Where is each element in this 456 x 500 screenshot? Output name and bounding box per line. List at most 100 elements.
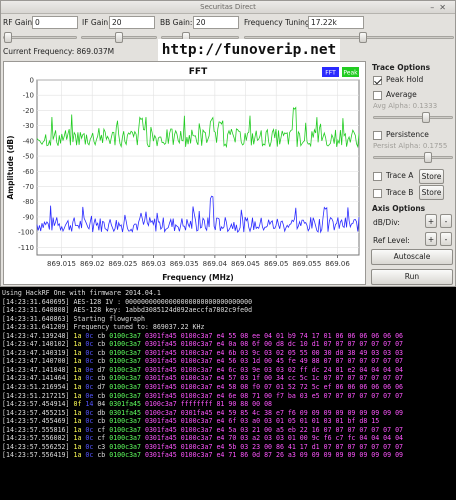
avg-alpha-handle[interactable]	[422, 112, 430, 123]
gain-row: RF Gain: 0 IF Gain: 20 BB Gain: 20 Frequ…	[1, 15, 456, 30]
y-tick-label: -30	[23, 122, 34, 130]
x-tick-label: 869.045	[231, 260, 260, 268]
bb-gain-label: BB Gain:	[160, 18, 193, 27]
terminal-segment: e4 5b 03 23 00 86 41 17 d1 07 07 07 07 0…	[216, 442, 404, 451]
terminal-segment: 0c	[85, 417, 98, 426]
terminal-line: [14:23:47.140102] 1a 0c cb 0100c3a7 0301…	[2, 340, 454, 349]
terminal-line: [14:23:57.555816] 1a 0c cf 0100c3a7 0301…	[2, 426, 454, 435]
terminal-segment: [14:23:47.140319]	[2, 348, 74, 357]
terminal-segment: 0100c3a7	[180, 357, 217, 366]
if-gain-slider[interactable]	[81, 32, 157, 43]
terminal-segment: 0301fa45	[144, 357, 181, 366]
terminal-segment: 0100c3a7	[109, 348, 145, 357]
average-checkbox[interactable]	[373, 90, 382, 100]
terminal-segment: c3	[97, 442, 110, 451]
terminal-segment: [14:23:31.641209] Frequency tuned to: 86…	[2, 323, 205, 332]
terminal-line: [14:23:31.640695] AES-128 IV : 000000000…	[2, 298, 454, 307]
store-a-button[interactable]: Store	[419, 169, 444, 184]
y-tick-label: -80	[23, 198, 34, 206]
terminal-segment: 0c	[85, 340, 98, 349]
terminal-segment: 0c	[85, 451, 98, 460]
terminal-segment: 0301fa45	[144, 340, 181, 349]
fft-plot: 0 -10 -20 -30 -40 -50 -60 -70 -80 -90 -100 -110 869.…	[3, 61, 366, 285]
rf-gain-handle[interactable]	[4, 32, 12, 43]
terminal-segment: 0c	[85, 348, 98, 357]
terminal-segment: e4 6e 08 71 00 f7 ba 03 e5 07 07 07 07 0…	[216, 391, 404, 400]
terminal-line: [14:23:57.556082] 1a 0c cf 0100c3a7 0301…	[2, 434, 454, 443]
terminal-segment: 1a	[73, 340, 86, 349]
rf-gain-slider[interactable]	[3, 32, 77, 43]
terminal-segment: 0100c3a7	[109, 357, 145, 366]
persistence-checkbox[interactable]	[373, 130, 382, 140]
terminal-segment: cf	[97, 434, 110, 443]
db-div-minus-button[interactable]: -	[440, 214, 452, 228]
terminal-segment: 0301fa45	[144, 425, 181, 434]
terminal-segment: 0100c3a7	[180, 348, 217, 357]
terminal-segment: 0100c3a7	[180, 425, 217, 434]
ref-level-label: Ref Level:	[373, 236, 410, 245]
terminal-segment: 0100c3a7	[109, 383, 145, 392]
peak-hold-checkbox[interactable]	[373, 75, 382, 85]
average-row[interactable]: Average	[373, 90, 417, 100]
if-gain-handle[interactable]	[115, 32, 123, 43]
db-div-plus-button[interactable]: +	[425, 214, 437, 228]
ref-level-minus-button[interactable]: -	[440, 232, 452, 246]
window-controls: –✕	[430, 1, 451, 14]
rf-gain-input[interactable]: 0	[32, 16, 78, 29]
store-b-button[interactable]: Store	[419, 185, 444, 200]
terminal-segment: e4 59 85 4c 38 e7 f6 09 09 09 09 09 09 0…	[216, 408, 404, 417]
x-tick-label: 869.025	[108, 260, 137, 268]
terminal-segment: cb	[97, 451, 110, 460]
chart-title: FFT	[189, 67, 208, 77]
terminal-segment: 1a	[73, 408, 86, 417]
peak-hold-row[interactable]: Peak Hold	[373, 75, 423, 85]
run-button[interactable]: Run	[371, 269, 453, 285]
terminal-segment: 1a	[73, 357, 86, 366]
terminal-line: [14:23:47.140700] 1a 0c cb 0100c3a7 0301…	[2, 357, 454, 366]
bb-gain-input[interactable]: 20	[193, 16, 239, 29]
terminal-segment: [14:23:31.640863] Starting flowgraph	[2, 314, 145, 323]
terminal-segment: 0301fa45	[144, 348, 181, 357]
fft-chart: 0 -10 -20 -30 -40 -50 -60 -70 -80 -90 -100 -110 869.…	[6, 67, 360, 282]
persistence-row[interactable]: Persistence	[373, 130, 429, 140]
terminal-segment: [14:23:57.556419]	[2, 451, 74, 460]
terminal-segment: e4 71 86 0d 87 26 a3 09 09 09 09 09 09 0…	[216, 451, 404, 460]
x-tick-label: 869.03	[141, 260, 166, 268]
x-tick-label: 869.015	[47, 260, 76, 268]
frequency-tuning-handle[interactable]	[359, 32, 367, 43]
terminal-segment: 1a	[73, 383, 86, 392]
terminal-segment: 81 90 88 00 08	[216, 400, 273, 409]
terminal-segment: 0100c3a7	[180, 365, 217, 374]
if-gain-input[interactable]: 20	[109, 16, 155, 29]
close-icon[interactable]: ✕	[439, 3, 451, 12]
persist-alpha-slider[interactable]	[373, 152, 453, 163]
terminal-segment: 0100c3a7	[180, 391, 217, 400]
terminal-segment: 0c	[85, 442, 98, 451]
terminal-segment: e4 56 03 1d 00 45 fe 49 88 07 07 07 07 0…	[216, 357, 404, 366]
frequency-tuning-input[interactable]: 17.22k	[308, 16, 364, 29]
terminal-segment: [14:23:57.556082]	[2, 434, 74, 443]
terminal-line: [14:23:47.139248] 1a 0c cb 0100c3a7 0301…	[2, 332, 454, 341]
autoscale-button[interactable]: Autoscale	[371, 249, 453, 265]
terminal-segment: 0301fa45	[180, 408, 217, 417]
trace-b-checkbox[interactable]	[373, 188, 382, 198]
y-tick-label: -50	[23, 153, 34, 161]
y-tick-label: 0	[30, 77, 34, 85]
persist-alpha-handle[interactable]	[424, 152, 432, 163]
trace-a-checkbox[interactable]	[373, 171, 382, 181]
terminal-line: [14:23:57.455469] 1a 0c cb 0100c3a7 0301…	[2, 417, 454, 426]
y-tick-label: -40	[23, 137, 34, 145]
ref-level-plus-button[interactable]: +	[425, 232, 437, 246]
terminal-segment: 0301fa45	[109, 408, 145, 417]
terminal-segment: 0100c3a7	[180, 434, 217, 443]
avg-alpha-slider[interactable]	[373, 112, 453, 123]
if-gain-label: IF Gain:	[82, 18, 111, 27]
app-window: Securitas Direct –✕ RF Gain: 0 IF Gain: …	[0, 0, 456, 287]
terminal-segment: cb	[97, 391, 110, 400]
terminal-segment: 0100c3a7	[109, 442, 145, 451]
trace-a-row[interactable]: Trace A	[373, 171, 413, 181]
terminal-segment: e4 6f 03 a0 03 01 05 01 01 03 01 bf d8 1…	[216, 417, 380, 426]
trace-b-row[interactable]: Trace B	[373, 188, 413, 198]
minimize-icon[interactable]: –	[430, 3, 439, 12]
terminal-segment: 0100c3a7	[180, 451, 217, 460]
